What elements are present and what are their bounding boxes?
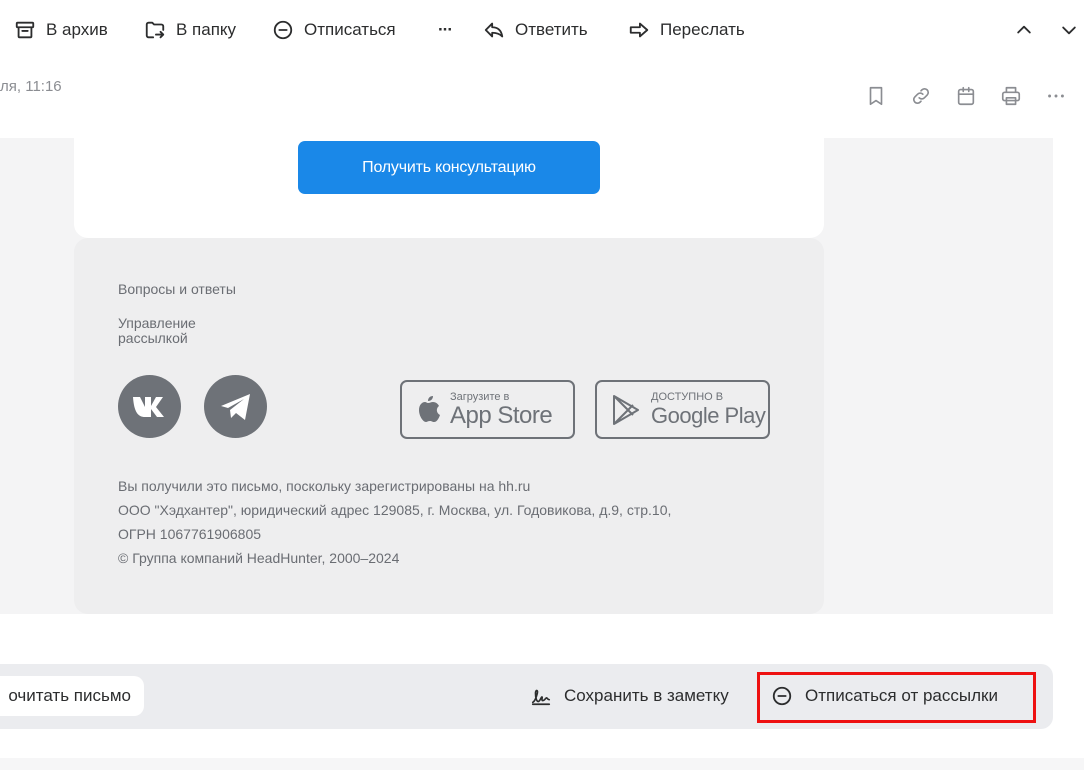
manage-subscription-line1: Управление — [118, 315, 196, 331]
google-play-button[interactable]: ДОСТУПНО В Google Play — [595, 380, 770, 439]
calendar-icon — [957, 86, 975, 106]
get-consultation-button[interactable]: Получить консультацию — [298, 141, 600, 194]
unsubscribe-from-mailing-button[interactable]: Отписаться от рассылки — [771, 676, 998, 716]
forward-button[interactable]: Переслать — [628, 16, 745, 44]
google-play-big-label: Google Play — [651, 402, 766, 428]
print-button[interactable] — [997, 82, 1025, 110]
manage-subscription-line2: рассылкой — [118, 330, 188, 346]
telegram-icon — [220, 393, 250, 420]
message-actions — [862, 82, 1084, 110]
next-message-button[interactable] — [1057, 18, 1081, 42]
telegram-link[interactable] — [204, 375, 267, 438]
message-date: ля, 11:16 — [0, 78, 62, 95]
reply-button[interactable]: Ответить — [483, 16, 588, 44]
chevron-down-icon — [1062, 26, 1076, 35]
more-icon — [1048, 94, 1064, 98]
copy-link-button[interactable] — [907, 82, 935, 110]
signature-icon — [531, 689, 551, 706]
print-icon — [1001, 86, 1021, 106]
more-message-actions-button[interactable] — [1042, 82, 1070, 110]
save-to-note-label: Сохранить в заметку — [564, 686, 729, 705]
archive-label: В архив — [46, 20, 108, 39]
move-to-folder-icon — [145, 21, 165, 39]
link-icon — [912, 87, 930, 105]
app-store-button[interactable]: Загрузите в App Store — [400, 380, 575, 439]
archive-icon — [15, 21, 35, 39]
unsubscribe-label: Отписаться — [304, 20, 396, 39]
legal-text-ogrn: ОГРН 1067761906805 — [118, 526, 262, 542]
bookmark-button[interactable] — [862, 82, 890, 110]
bookmark-icon — [869, 86, 883, 106]
apple-icon — [419, 395, 440, 422]
vk-icon — [132, 396, 164, 417]
move-to-folder-button[interactable]: В папку — [144, 16, 236, 44]
vk-link[interactable] — [118, 375, 181, 438]
read-letter-button[interactable]: очитать письмо — [0, 676, 144, 716]
message-toolbar: В архив В папку Отписаться ··· Ответить … — [0, 0, 1084, 60]
legal-text-copyright: © Группа компаний HeadHunter, 2000–2024 — [118, 550, 400, 566]
legal-text-reason: Вы получили это письмо, поскольку зареги… — [118, 478, 531, 494]
reply-icon — [484, 22, 504, 38]
archive-button[interactable]: В архив — [14, 16, 108, 44]
unsubscribe-button[interactable]: Отписаться — [272, 16, 396, 44]
chevron-up-icon — [1017, 25, 1031, 34]
forward-label: Переслать — [660, 20, 745, 39]
calendar-button[interactable] — [952, 82, 980, 110]
google-play-small-label: ДОСТУПНО В — [651, 390, 724, 403]
save-to-note-button[interactable]: Сохранить в заметку — [530, 676, 729, 716]
read-letter-label: очитать письмо — [8, 686, 131, 705]
app-store-small-label: Загрузите в — [450, 390, 510, 403]
manage-subscription-link[interactable]: Управление рассылкой — [118, 316, 196, 346]
previous-message-button[interactable] — [1012, 18, 1036, 42]
app-store-big-label: App Store — [450, 401, 553, 429]
forward-icon — [629, 22, 649, 38]
google-play-icon — [613, 394, 639, 425]
legal-text-address: ООО "Хэдхантер", юридический адрес 12908… — [118, 502, 672, 518]
move-to-folder-label: В папку — [176, 20, 237, 39]
minus-circle-icon — [772, 686, 792, 706]
more-actions-button[interactable]: ··· — [438, 16, 453, 44]
faq-link[interactable]: Вопросы и ответы — [118, 282, 236, 297]
bottom-strip — [0, 758, 1084, 770]
more-icon: ··· — [438, 20, 453, 39]
reply-label: Ответить — [515, 20, 588, 39]
unsubscribe-from-mailing-label: Отписаться от рассылки — [805, 686, 998, 705]
minus-circle-icon — [273, 20, 293, 40]
